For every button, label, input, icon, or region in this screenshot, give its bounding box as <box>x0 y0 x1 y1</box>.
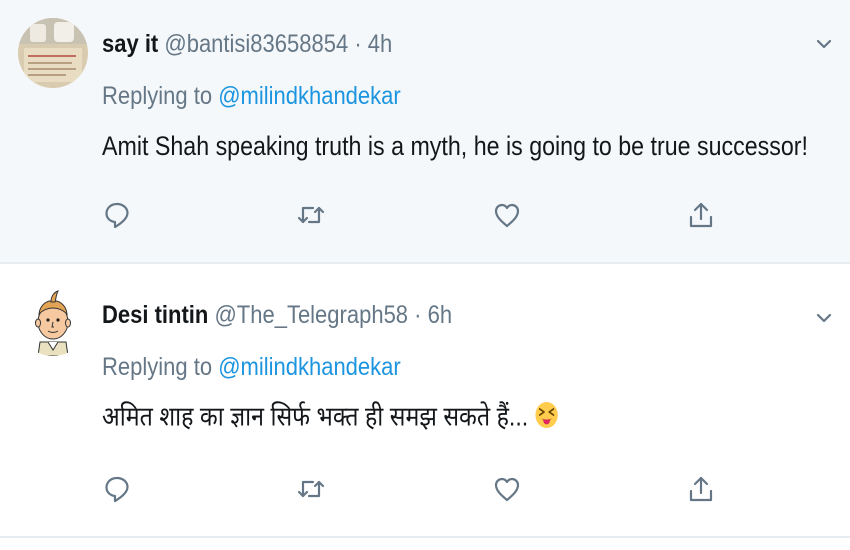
reply-feed: say it @bantisi83658854 · 4h Replying to… <box>0 0 850 550</box>
like-icon[interactable] <box>492 200 522 230</box>
retweet-icon[interactable] <box>296 474 326 504</box>
user-handle[interactable]: @bantisi83658854 <box>164 30 348 58</box>
replying-to-label: Replying to <box>102 353 213 381</box>
user-avatar[interactable] <box>18 286 88 356</box>
tweet-text: अमित शाह का ज्ञान सिर्फ भक्त ही समझ सकते… <box>102 400 559 437</box>
reply-icon[interactable] <box>102 474 132 504</box>
tweet-time[interactable]: 4h <box>368 30 392 58</box>
chevron-down-icon[interactable] <box>812 32 836 56</box>
chevron-down-icon[interactable] <box>812 306 836 330</box>
reply-icon[interactable] <box>102 200 132 230</box>
tweet[interactable]: say it @bantisi83658854 · 4h Replying to… <box>0 0 850 264</box>
separator-dot: · <box>354 30 362 58</box>
tweet-header: say it @bantisi83658854 · 4h <box>102 29 392 59</box>
replying-to-line: Replying to @milindkhandekar <box>102 352 401 382</box>
share-icon[interactable] <box>686 474 716 504</box>
display-name[interactable]: say it <box>102 30 158 58</box>
replying-to-mention[interactable]: @milindkhandekar <box>218 353 401 381</box>
replying-to-mention[interactable]: @milindkhandekar <box>218 82 401 110</box>
tweet-time[interactable]: 6h <box>428 301 452 329</box>
user-handle[interactable]: @The_Telegraph58 <box>214 301 408 329</box>
tweet-header: Desi tintin @The_Telegraph58 · 6h <box>102 300 452 330</box>
display-name[interactable]: Desi tintin <box>102 301 208 329</box>
replying-to-line: Replying to @milindkhandekar <box>102 81 401 111</box>
tweet[interactable]: Desi tintin @The_Telegraph58 · 6h Replyi… <box>0 266 850 538</box>
squinting-face-with-tongue-icon <box>533 400 559 437</box>
tweet-text-content: Amit Shah speaking truth is a myth, he i… <box>102 131 808 161</box>
share-icon[interactable] <box>686 200 716 230</box>
separator-dot: · <box>414 301 422 329</box>
tintin-cartoon-avatar-icon <box>18 286 88 356</box>
user-avatar[interactable] <box>18 18 88 88</box>
replying-to-label: Replying to <box>102 82 213 110</box>
tweet-text: Amit Shah speaking truth is a myth, he i… <box>102 130 808 162</box>
photo-avatar-icon <box>18 18 88 88</box>
tweet-text-content: अमित शाह का ज्ञान सिर्फ भक्त ही समझ सकते… <box>102 401 529 432</box>
like-icon[interactable] <box>492 474 522 504</box>
retweet-icon[interactable] <box>296 200 326 230</box>
